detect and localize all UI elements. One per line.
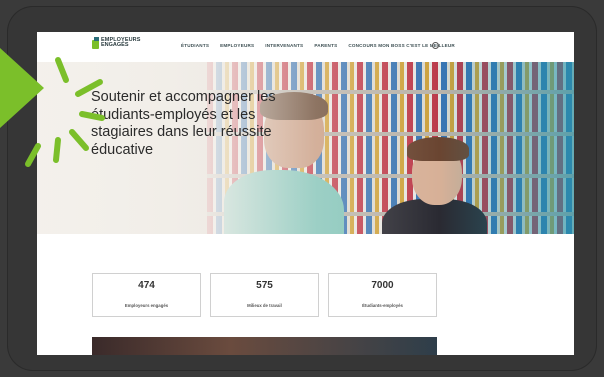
stat-value: 7000 [371, 280, 394, 291]
burst-ray [69, 129, 89, 151]
green-burst-decoration [0, 48, 105, 167]
menu-item-intervenants[interactable]: INTERVENANTS [265, 43, 303, 48]
burst-ray [55, 57, 69, 83]
burst-ray [75, 79, 103, 97]
stat-label: Milieux de travail [247, 303, 282, 308]
menu-item-parents[interactable]: PARENTS [314, 43, 337, 48]
main-menu: ÉTUDIANTS EMPLOYEURS INTERVENANTS PARENT… [181, 43, 466, 48]
stat-value: 474 [138, 280, 155, 291]
stat-card: 474 Employeurs engagés [92, 273, 201, 317]
stat-card: 7000 Étudiants-employés [328, 273, 437, 317]
burst-ray [25, 143, 41, 167]
burst-ray [53, 137, 61, 163]
stat-label: Employeurs engagés [124, 303, 169, 308]
stat-value: 575 [256, 280, 273, 291]
stat-label: Étudiants-employés [362, 303, 403, 308]
green-arrow-shape [0, 48, 44, 128]
search-icon[interactable] [432, 42, 439, 49]
site-header: EMPLOYEURS ENGAGÉS ÉTUDIANTS EMPLOYEURS … [37, 32, 574, 60]
burst-ray [79, 111, 105, 121]
stat-card: 575 Milieux de travail [210, 273, 319, 317]
section-image [92, 337, 437, 355]
hero-headline: Soutenir et accompagner les étudiants-em… [91, 89, 276, 158]
menu-item-etudiants[interactable]: ÉTUDIANTS [181, 43, 209, 48]
website-screen: EMPLOYEURS ENGAGÉS ÉTUDIANTS EMPLOYEURS … [37, 32, 574, 355]
menu-item-employeurs[interactable]: EMPLOYEURS [220, 43, 254, 48]
stats-row: 474 Employeurs engagés 575 Milieux de tr… [92, 273, 437, 317]
